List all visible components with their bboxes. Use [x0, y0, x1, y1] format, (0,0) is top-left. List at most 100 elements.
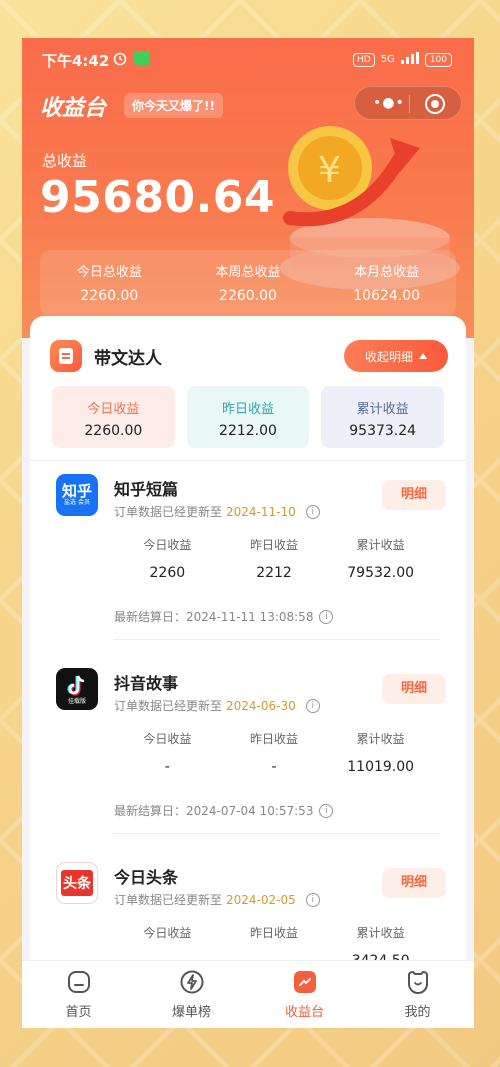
tab-profile[interactable]: 我的 [361, 961, 474, 1028]
income-icon [292, 969, 318, 995]
tab-label: 我的 [404, 1005, 431, 1020]
summary-month: 本月总收益 10624.00 [317, 250, 456, 316]
stat-col: 昨日收益 - [221, 730, 328, 775]
income-card: 带文达人 收起明细 今日收益 2260.00 昨日收益 2212.00 累计收益… [30, 316, 466, 1028]
summary-label: 今日总收益 [76, 265, 142, 280]
svg-text:¥: ¥ [318, 150, 341, 191]
detail-button[interactable]: 明细 [382, 674, 446, 704]
tab-label: 爆单榜 [171, 1005, 211, 1020]
stat-label: 累计收益 [356, 538, 405, 552]
total-income-value: 95680.64 [40, 172, 276, 223]
stat-label: 今日收益 [143, 926, 192, 940]
update-info: 订单数据已经更新至 2024-06-30 i [114, 697, 320, 714]
stat-label: 昨日收益 [250, 732, 299, 746]
status-bar: 下午4:42 HD 5G 100 [22, 38, 474, 82]
update-date: 2024-06-30 [226, 698, 296, 713]
profile-icon [405, 969, 431, 995]
tab-home[interactable]: 首页 [22, 961, 135, 1028]
tab-label: 首页 [65, 1005, 92, 1020]
stat-col: 昨日收益 2212 [221, 536, 328, 581]
logo-text: 头条 [61, 870, 93, 896]
collapse-label: 收起明细 [364, 349, 413, 364]
detail-button[interactable]: 明细 [382, 480, 446, 510]
update-info: 订单数据已经更新至 2024-11-10 i [114, 503, 320, 520]
stat-label: 累计收益 [356, 926, 405, 940]
summary-value: 2260.00 [80, 288, 139, 304]
hd-icon: HD [352, 52, 375, 67]
tab-label: 收益台 [284, 1005, 324, 1020]
stat-label: 今日收益 [143, 732, 192, 746]
stat-label: 昨日收益 [250, 538, 299, 552]
logo-subtext: 盐选 会员 [64, 499, 90, 506]
wechat-icon [134, 51, 150, 65]
section-header: 带文达人 收起明细 [50, 338, 448, 374]
summary-label: 本周总收益 [215, 265, 281, 280]
info-icon[interactable]: i [319, 803, 334, 818]
settlement-info: 最新结算日：2024-11-11 13:08:58 i [114, 608, 334, 625]
platform-stats: 今日收益 2260 昨日收益 2212 累计收益 79532.00 [114, 536, 434, 581]
collapse-details-button[interactable]: 收起明细 [344, 340, 448, 372]
bottom-tab-bar: 首页 爆单榜 收益台 我的 [22, 960, 474, 1028]
total-income-label: 总收益 [42, 152, 88, 170]
settlement-info: 最新结算日：2024-07-04 10:57:53 i [114, 802, 334, 819]
battery-icon: 100 [424, 52, 452, 67]
platform-stats: 今日收益 - 昨日收益 - 累计收益 11019.00 [114, 730, 434, 775]
status-time: 下午4:42 [42, 52, 110, 70]
status-icons: HD 5G 100 [352, 52, 452, 67]
stat-label: 累计收益 [356, 402, 409, 417]
platform-name: 知乎短篇 [114, 480, 179, 499]
header: 下午4:42 HD 5G 100 收益台 你今天又爆了!! •●• ¥ 总收益 … [22, 38, 474, 338]
stat-yesterday: 昨日收益 2212.00 [186, 386, 310, 448]
stat-col: 累计收益 79532.00 [327, 536, 434, 581]
stat-label: 今日收益 [143, 538, 192, 552]
stat-value: - [271, 759, 277, 775]
stat-value: 2260.00 [84, 423, 143, 439]
settlement-text: 最新结算日：2024-07-04 10:57:53 [114, 804, 314, 818]
stat-col: 累计收益 11019.00 [327, 730, 434, 775]
alarm-icon [112, 50, 128, 70]
stat-value: 11019.00 [347, 759, 415, 775]
stat-cumulative: 累计收益 95373.24 [321, 386, 445, 448]
lightning-icon [179, 969, 205, 995]
phone-screen: 下午4:42 HD 5G 100 收益台 你今天又爆了!! •●• ¥ 总收益 … [22, 38, 474, 1028]
signal-icon [400, 52, 419, 67]
tab-income[interactable]: 收益台 [248, 961, 361, 1028]
update-date: 2024-11-10 [226, 504, 296, 519]
update-date: 2024-02-05 [226, 892, 296, 907]
summary-week: 本周总收益 2260.00 [179, 250, 318, 316]
douyin-logo: 挂载版 [56, 668, 98, 710]
info-icon[interactable]: i [305, 504, 320, 519]
stat-value: 95373.24 [349, 423, 417, 439]
stat-value: - [164, 759, 170, 775]
stat-today: 今日收益 2260.00 [52, 386, 175, 448]
stat-col: 今日收益 - [114, 730, 221, 775]
platform-name: 抖音故事 [114, 674, 179, 693]
info-icon[interactable]: i [319, 609, 334, 624]
update-prefix: 订单数据已经更新至 [114, 699, 223, 713]
stat-label: 累计收益 [356, 732, 405, 746]
update-info: 订单数据已经更新至 2024-02-05 i [114, 891, 320, 908]
network-label: 5G [380, 54, 395, 65]
detail-button[interactable]: 明细 [382, 868, 446, 898]
slogan-badge: 你今天又爆了!! [124, 93, 223, 118]
logo-text: 知乎 [61, 482, 92, 500]
divider [30, 460, 466, 461]
platform-name: 今日头条 [114, 868, 179, 887]
update-prefix: 订单数据已经更新至 [114, 505, 223, 519]
divider [114, 833, 440, 834]
info-icon[interactable]: i [305, 892, 320, 907]
stat-col: 今日收益 2260 [114, 536, 221, 581]
toutiao-logo: 头条 [56, 862, 98, 904]
tab-hot-list[interactable]: 爆单榜 [135, 961, 248, 1028]
stat-value: 2260 [149, 565, 186, 581]
section-title: 带文达人 [94, 349, 162, 369]
platform-zhihu: 知乎 盐选 会员 知乎短篇 订单数据已经更新至 2024-11-10 i 明细 今日… [30, 462, 466, 656]
settlement-text: 最新结算日：2024-11-11 13:08:58 [114, 610, 314, 624]
info-icon[interactable]: i [305, 698, 320, 713]
summary-value: 2260.00 [219, 288, 277, 304]
zhihu-logo: 知乎 盐选 会员 [56, 474, 98, 516]
platform-douyin: 挂载版 抖音故事 订单数据已经更新至 2024-06-30 i 明细 今日收益 - 昨… [30, 656, 466, 850]
tiktok-note-icon [67, 675, 85, 695]
summary-value: 10624.00 [353, 288, 421, 304]
stat-value: 2212 [256, 565, 292, 581]
